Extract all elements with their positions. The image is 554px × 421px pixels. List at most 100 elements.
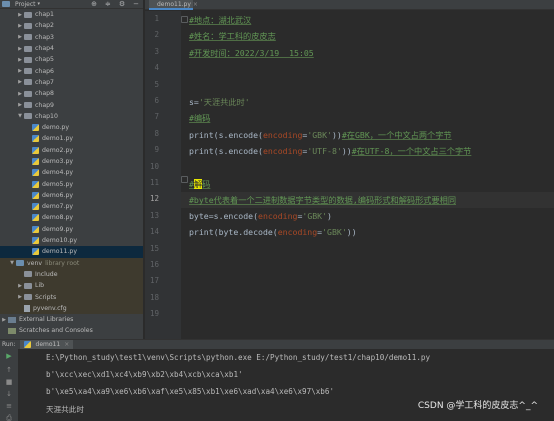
code-line[interactable]: #开发时间：2022/3/19 15:05 bbox=[189, 47, 314, 59]
expand-down-icon[interactable]: ▼ bbox=[8, 260, 16, 266]
python-file-icon bbox=[32, 214, 39, 222]
tree-item-demo10-py[interactable]: demo10.py bbox=[0, 235, 143, 246]
collapse-icon[interactable]: ≑ bbox=[105, 0, 111, 8]
config-file-icon bbox=[24, 304, 30, 312]
scroll-down-icon[interactable]: ↓ bbox=[5, 390, 13, 398]
folder-icon bbox=[24, 68, 32, 75]
line-number: 19 bbox=[149, 309, 159, 319]
tree-item-scripts[interactable]: ▶ Scripts bbox=[0, 291, 143, 303]
dropdown-arrow-icon[interactable]: ▾ bbox=[38, 1, 41, 7]
tree-item-label: demo5.py bbox=[42, 180, 74, 188]
expand-right-icon[interactable]: ▶ bbox=[0, 317, 8, 323]
run-tab-demo11[interactable]: demo11 × bbox=[19, 339, 74, 350]
python-file-icon bbox=[32, 237, 39, 245]
tab-demo11[interactable]: demo11.py × bbox=[149, 0, 198, 10]
line-number: 16 bbox=[149, 260, 159, 269]
folder-icon bbox=[24, 90, 32, 97]
tree-item-label: chap7 bbox=[35, 78, 54, 86]
code-line[interactable]: s='天涯共此时' bbox=[189, 96, 250, 108]
expand-right-icon[interactable]: ▶ bbox=[16, 294, 24, 300]
console-line: E:\Python_study\test1\venv\Scripts\pytho… bbox=[46, 353, 431, 362]
code-token: print(byte.decode( bbox=[189, 227, 278, 238]
code-line[interactable]: #姓名：学工科的皮皮志 bbox=[189, 30, 276, 42]
fold-marker-icon[interactable] bbox=[181, 16, 188, 23]
tree-item-demo3-py[interactable]: demo3.py bbox=[0, 156, 143, 167]
code-token: #地点：湖北武汉 bbox=[189, 15, 252, 25]
print-icon[interactable]: ⎙ bbox=[5, 414, 13, 421]
tree-item-pyvenv-cfg[interactable]: pyvenv.cfg bbox=[0, 302, 143, 315]
fold-marker-icon[interactable] bbox=[181, 176, 188, 183]
tree-item-venv[interactable]: ▼ venv library root bbox=[0, 257, 143, 269]
code-line[interactable]: #编码 bbox=[189, 112, 210, 124]
expand-right-icon[interactable]: ▶ bbox=[16, 46, 24, 52]
expand-right-icon[interactable]: ▶ bbox=[16, 79, 24, 85]
tree-item-demo5-py[interactable]: demo5.py bbox=[0, 178, 143, 189]
hide-icon[interactable]: − bbox=[133, 0, 139, 8]
stop-icon[interactable]: ■ bbox=[5, 378, 13, 386]
tree-item-chap8[interactable]: ▶ chap8 bbox=[0, 88, 143, 99]
tree-item-scratches-and-consoles[interactable]: Scratches and Consoles bbox=[0, 325, 143, 336]
tree-item-include[interactable]: Include bbox=[0, 268, 143, 281]
folder-icon bbox=[24, 102, 32, 109]
python-file-icon bbox=[32, 135, 39, 143]
tree-item-label: venv bbox=[27, 259, 43, 267]
line-number: 12 bbox=[149, 194, 159, 204]
code-line[interactable]: #地点：湖北武汉 bbox=[189, 14, 251, 26]
code-editor[interactable]: #地点：湖北武汉 #姓名：学工科的皮皮志 #开发时间：2022/3/19 15:05… bbox=[181, 11, 554, 339]
line-number: 14 bbox=[149, 227, 159, 237]
code-line[interactable]: print(byte.decode(encoding='GBK')) bbox=[189, 227, 357, 237]
tree-item-chap5[interactable]: ▶ chap5 bbox=[0, 54, 143, 65]
tree-item-demo6-py[interactable]: demo6.py bbox=[0, 190, 143, 201]
tree-item-demo11-py[interactable]: demo11.py bbox=[0, 246, 143, 258]
line-number: 3 bbox=[154, 46, 159, 56]
expand-right-icon[interactable]: ▶ bbox=[16, 34, 24, 40]
tree-item-chap9[interactable]: ▶ chap9 bbox=[0, 99, 143, 110]
scroll-up-icon[interactable]: ↑ bbox=[5, 366, 13, 374]
folder-icon bbox=[24, 282, 32, 289]
rerun-icon[interactable]: ▶ bbox=[5, 352, 13, 360]
code-token: ) bbox=[327, 210, 332, 221]
tree-item-chap2[interactable]: ▶ chap2 bbox=[0, 20, 143, 31]
tree-item-lib[interactable]: ▶ Lib bbox=[0, 280, 143, 292]
close-icon[interactable]: × bbox=[193, 1, 198, 8]
python-run-icon bbox=[23, 341, 31, 348]
tree-item-demo9-py[interactable]: demo9.py bbox=[0, 224, 143, 235]
code-line[interactable]: #byte代表着一个二进制数据字节类型的数据,编码形式和解码形式要相同 bbox=[189, 194, 456, 206]
tree-item-demo1-py[interactable]: demo1.py bbox=[0, 133, 143, 144]
gear-icon[interactable]: ⚙ bbox=[119, 0, 125, 8]
globe-icon[interactable]: ⊕ bbox=[91, 0, 97, 8]
soft-wrap-icon[interactable]: ≡ bbox=[5, 402, 13, 410]
expand-right-icon[interactable]: ▶ bbox=[16, 283, 24, 289]
tree-item-label: Include bbox=[35, 270, 58, 278]
tree-item-chap1[interactable]: ▶ chap1 bbox=[0, 9, 143, 20]
code-token: )) bbox=[346, 227, 357, 238]
tree-item-demo-py[interactable]: demo.py bbox=[0, 122, 143, 133]
tree-item-demo8-py[interactable]: demo8.py bbox=[0, 212, 143, 223]
tree-item-chap4[interactable]: ▶ chap4 bbox=[0, 43, 143, 54]
console-line: 天涯共此时 bbox=[46, 405, 84, 414]
close-icon[interactable]: × bbox=[64, 341, 69, 348]
expand-right-icon[interactable]: ▶ bbox=[16, 23, 24, 29]
expand-right-icon[interactable]: ▶ bbox=[16, 68, 24, 74]
run-tab-label: demo11 bbox=[35, 341, 61, 348]
tree-item-external-libraries[interactable]: ▶ External Libraries bbox=[0, 314, 143, 325]
code-line[interactable]: byte=s.encode(encoding='GBK') bbox=[189, 211, 332, 221]
code-line[interactable]: #解码 bbox=[189, 178, 210, 190]
project-panel-title[interactable]: Project bbox=[15, 1, 36, 8]
tree-item-label: demo1.py bbox=[42, 135, 74, 143]
tree-item-demo2-py[interactable]: demo2.py bbox=[0, 145, 143, 156]
tree-item-chap7[interactable]: ▶ chap7 bbox=[0, 77, 143, 88]
code-line[interactable]: print(s.encode(encoding='UTF-8'))#在UTF-8… bbox=[189, 145, 471, 157]
expand-right-icon[interactable]: ▶ bbox=[16, 12, 24, 18]
tree-item-label: chap4 bbox=[35, 45, 54, 53]
expand-right-icon[interactable]: ▶ bbox=[16, 91, 24, 97]
tree-item-demo4-py[interactable]: demo4.py bbox=[0, 167, 143, 178]
expand-down-icon[interactable]: ▼ bbox=[16, 113, 24, 119]
expand-right-icon[interactable]: ▶ bbox=[16, 102, 24, 108]
tree-item-chap3[interactable]: ▶ chap3 bbox=[0, 32, 143, 43]
expand-right-icon[interactable]: ▶ bbox=[16, 57, 24, 63]
tree-item-chap6[interactable]: ▶ chap6 bbox=[0, 65, 143, 76]
code-line[interactable]: print(s.encode(encoding='GBK'))#在GBK，一个中… bbox=[189, 129, 452, 141]
tree-item-demo7-py[interactable]: demo7.py bbox=[0, 201, 143, 212]
tree-item-chap10[interactable]: ▼ chap10 bbox=[0, 111, 143, 122]
